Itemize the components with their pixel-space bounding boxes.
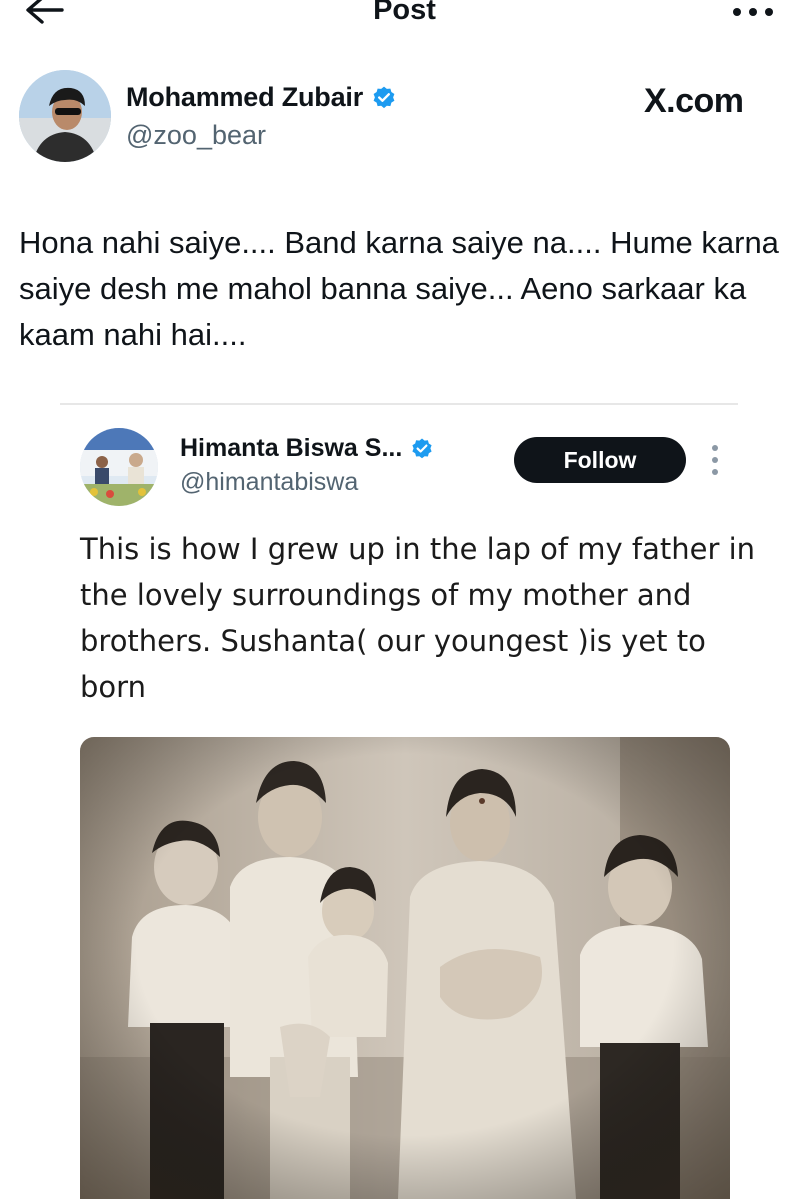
top-bar: Post bbox=[0, 0, 809, 40]
quoted-author-name[interactable]: Himanta Biswa S... bbox=[180, 434, 402, 463]
more-horizontal-icon[interactable] bbox=[728, 2, 778, 22]
quoted-author-handle[interactable]: @himantabiswa bbox=[180, 468, 358, 497]
author-handle[interactable]: @zoo_bear bbox=[126, 120, 266, 151]
verified-badge-icon bbox=[412, 438, 432, 458]
brand-watermark: X.com bbox=[644, 82, 744, 120]
divider bbox=[60, 403, 738, 405]
author-name[interactable]: Mohammed Zubair bbox=[126, 82, 363, 113]
post-text: Hona nahi saiye.... Band karna saiye na.… bbox=[19, 225, 779, 352]
quoted-post-text: This is how I grew up in the lap of my f… bbox=[80, 532, 756, 704]
verified-badge-icon bbox=[373, 86, 395, 108]
quoted-author-avatar[interactable] bbox=[80, 428, 158, 506]
author-avatar[interactable] bbox=[19, 70, 111, 162]
family-photo[interactable] bbox=[80, 737, 730, 1199]
page-title: Post bbox=[373, 0, 436, 26]
follow-button[interactable]: Follow bbox=[514, 437, 686, 483]
author-name-row: Mohammed Zubair bbox=[126, 82, 397, 113]
quoted-name-row: Himanta Biswa S... bbox=[180, 434, 434, 463]
more-vertical-icon[interactable] bbox=[707, 442, 723, 478]
